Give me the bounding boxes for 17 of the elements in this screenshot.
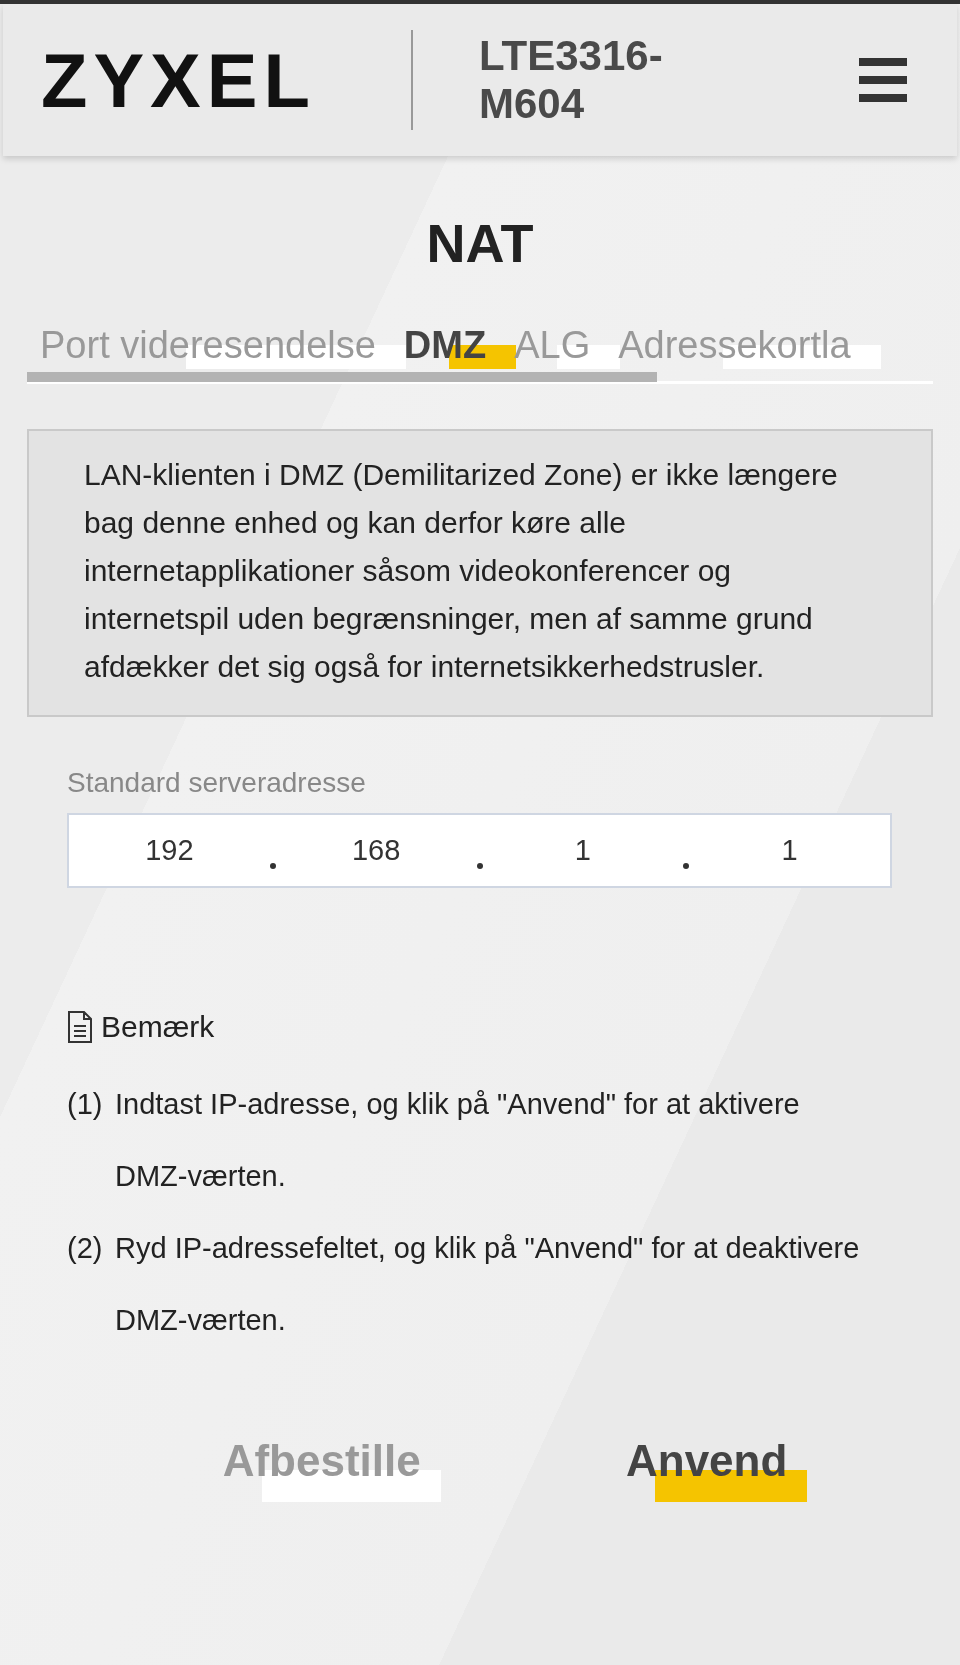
- note-title: Bemærk: [101, 1010, 215, 1044]
- ip-octet[interactable]: 168: [275, 834, 477, 867]
- note-text: Indtast IP-adresse, og klik på "Anvend" for at aktivere DMZ-værten.: [115, 1087, 801, 1194]
- note-text: Ryd IP-adressefeltet, og klik på "Anvend" for at deaktivere DMZ-værten.: [115, 1231, 860, 1338]
- ip-octet[interactable]: 192: [69, 834, 270, 867]
- model-name: LTE3316-M604: [479, 32, 664, 128]
- ip-octet[interactable]: 1: [482, 834, 684, 867]
- note-number: (2): [67, 1231, 104, 1266]
- ip-octet[interactable]: 1: [689, 834, 890, 867]
- info-text: LAN-klienten i DMZ (Demilitarized Zone) er ikke længere bag denne enhed og kan derfor køre alle internetapplikationer såsom videokonferencer og internetspil uden begrænsninger, men af samme grund afdækker det sig også for internetsikkerhedstrusler.: [27, 429, 933, 717]
- page-title: NAT: [425, 212, 535, 274]
- note-number: (1): [67, 1087, 104, 1122]
- logo: ZYXEL: [41, 36, 317, 124]
- document-icon: [67, 1011, 93, 1043]
- ip-address-field[interactable]: 192 168 1 1: [67, 813, 892, 888]
- field-label: Standard serveradresse: [67, 767, 367, 799]
- menu-icon[interactable]: [859, 58, 907, 102]
